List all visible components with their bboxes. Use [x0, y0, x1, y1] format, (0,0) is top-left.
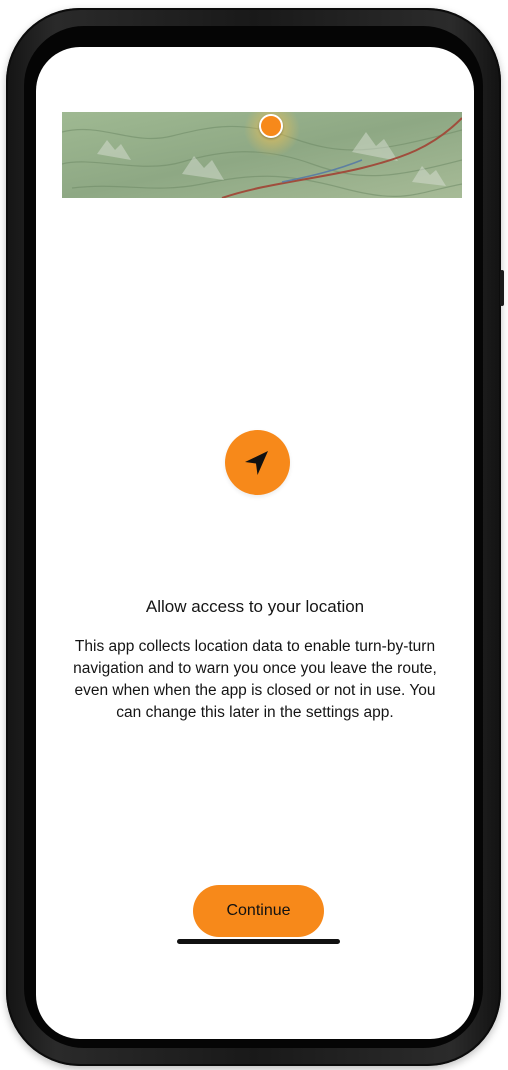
screen: Allow access to your location This app c…	[36, 47, 474, 1039]
page-title: Allow access to your location	[145, 597, 365, 616]
home-indicator[interactable]	[177, 939, 340, 944]
location-marker-icon	[259, 114, 283, 138]
side-button	[500, 270, 504, 306]
navigation-icon-badge	[225, 430, 290, 495]
description-text: This app collects location data to enabl…	[73, 638, 437, 721]
navigation-arrow-icon	[245, 451, 268, 475]
map-banner	[62, 112, 462, 198]
device-mockup: Allow access to your location This app c…	[0, 0, 508, 1070]
continue-button[interactable]: Continue	[193, 885, 324, 937]
